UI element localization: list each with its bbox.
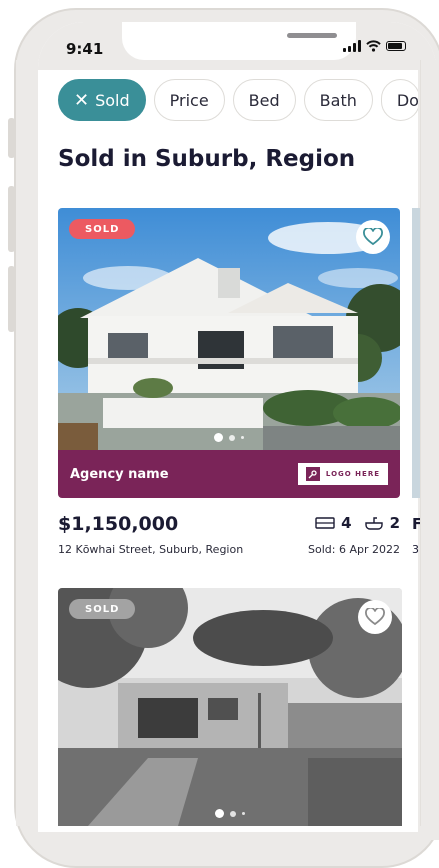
agency-logo: LOGO HERE <box>297 463 388 485</box>
filter-chip-label: Sold <box>95 90 130 110</box>
photo-pagination[interactable] <box>58 433 400 442</box>
sold-date: Sold: 6 Apr 2022 <box>308 543 400 556</box>
filter-chip-sold[interactable]: ✕ Sold <box>58 79 146 121</box>
bath-count: 2 <box>389 514 400 532</box>
favourite-button[interactable] <box>356 220 390 254</box>
listing-features: 4 2 <box>315 514 400 532</box>
bath-icon <box>364 517 383 530</box>
speaker-grille <box>287 33 337 38</box>
notch <box>122 22 356 60</box>
filter-chip-more[interactable]: Do <box>380 79 420 121</box>
logo-text: LOGO HERE <box>325 470 380 478</box>
listing-photo-color[interactable]: SOLD <box>58 208 400 450</box>
phone-frame-right-edge <box>420 60 439 826</box>
heart-icon <box>365 608 385 626</box>
filter-chip-price[interactable]: Price <box>153 79 225 121</box>
filter-chip-bed[interactable]: Bed <box>232 79 296 121</box>
house-photo-grey <box>58 588 402 826</box>
agency-name: Agency name <box>70 466 169 482</box>
listing-price: $1,150,000 <box>58 513 179 535</box>
favourite-button[interactable] <box>358 600 392 634</box>
next-card-peek[interactable] <box>412 208 420 498</box>
filter-chips: ✕ Sold Price Bed Bath Do <box>58 79 420 121</box>
sold-badge: SOLD <box>69 599 136 619</box>
phone-frame-left-edge <box>16 60 38 826</box>
wifi-icon <box>366 40 381 52</box>
page-title: Sold in Suburb, Region <box>58 146 356 172</box>
filter-chip-label: Bath <box>319 90 357 110</box>
status-icons <box>343 40 406 52</box>
signal-icon <box>343 40 361 52</box>
sold-badge: SOLD <box>69 219 136 239</box>
filter-chip-label: Price <box>169 90 209 110</box>
filter-chip-bath[interactable]: Bath <box>303 79 373 121</box>
heart-icon <box>363 228 383 246</box>
agency-banner[interactable]: Agency name LOGO HERE <box>58 450 400 498</box>
status-time: 9:41 <box>66 40 104 58</box>
battery-icon <box>386 41 406 51</box>
house-photo <box>58 208 400 450</box>
next-card-address-peek: 3 <box>412 543 419 556</box>
close-icon[interactable]: ✕ <box>74 90 89 111</box>
bed-count: 4 <box>341 514 352 532</box>
listing-address: 12 Kōwhai Street, Suburb, Region <box>58 543 244 556</box>
photo-pagination[interactable] <box>58 809 402 818</box>
key-icon <box>305 467 320 481</box>
listing-photo-grey[interactable]: SOLD <box>58 588 402 826</box>
status-bar: 9:41 <box>38 22 436 70</box>
filter-chip-label: Do <box>396 90 419 110</box>
filter-chip-label: Bed <box>248 90 280 110</box>
bed-icon <box>315 517 335 529</box>
